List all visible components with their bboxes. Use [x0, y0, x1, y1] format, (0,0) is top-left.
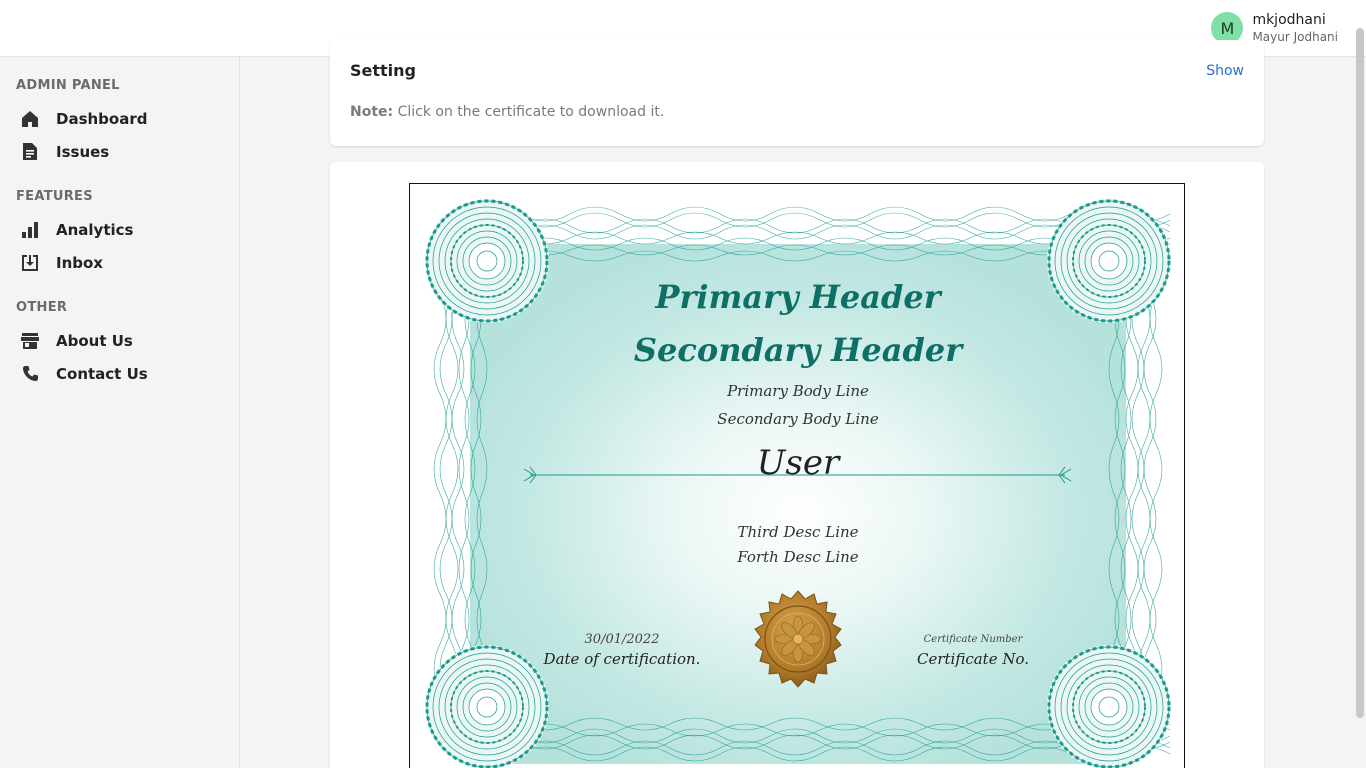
show-link[interactable]: Show: [1206, 63, 1244, 79]
sidebar-item-label: Inbox: [56, 253, 103, 272]
sidebar-item-label: Analytics: [56, 220, 134, 239]
corner-rosette-top-left: [425, 199, 549, 323]
sidebar-item-label: Issues: [56, 142, 110, 161]
cert-forth-desc-line: Forth Desc Line: [736, 548, 858, 566]
cert-user-name: User: [757, 443, 841, 483]
certificate-image[interactable]: Primary Header Secondary Header Primary …: [409, 183, 1185, 768]
cert-primary-body-line: Primary Body Line: [726, 382, 869, 400]
sidebar-item-inbox[interactable]: Inbox: [0, 246, 239, 279]
sidebar-item-analytics[interactable]: Analytics: [0, 213, 239, 246]
sidebar-item-issues[interactable]: Issues: [0, 135, 239, 168]
section-title-admin-panel: ADMIN PANEL: [16, 78, 120, 93]
section-title-features: FEATURES: [16, 189, 93, 204]
sidebar-item-label: About Us: [56, 331, 133, 350]
sidebar-item-contact-us[interactable]: Contact Us: [0, 357, 239, 390]
note-label: Note:: [350, 104, 394, 120]
user-info: mkjodhani Mayur Jodhani: [1252, 11, 1338, 45]
username: mkjodhani: [1252, 12, 1326, 28]
cert-number-label: Certificate No.: [917, 650, 1029, 668]
user-full-name: Mayur Jodhani: [1252, 30, 1338, 44]
sidebar-item-label: Contact Us: [56, 364, 148, 383]
certificate-card: Primary Header Secondary Header Primary …: [330, 162, 1264, 768]
cert-date-value: 30/01/2022: [585, 632, 660, 647]
sidebar-item-dashboard[interactable]: Dashboard: [0, 102, 239, 135]
corner-rosette-bottom-right: [1047, 645, 1171, 768]
page-scrollbar[interactable]: [1356, 28, 1364, 718]
store-icon: [20, 331, 40, 351]
section-title-other: OTHER: [16, 300, 68, 315]
document-icon: [20, 142, 40, 162]
bar-chart-icon: [20, 220, 40, 240]
cert-number-value: Certificate Number: [924, 634, 1024, 645]
cert-secondary-body-line: Secondary Body Line: [717, 410, 879, 428]
inbox-download-icon: [20, 253, 40, 273]
setting-card: Setting Show Note: Click on the certific…: [330, 40, 1264, 146]
note-message: Click on the certificate to download it.: [393, 104, 665, 120]
corner-rosette-bottom-left: [425, 645, 549, 768]
sidebar-item-about-us[interactable]: About Us: [0, 324, 239, 357]
phone-icon: [20, 364, 40, 384]
cert-primary-header: Primary Header: [654, 278, 942, 316]
cert-date-label: Date of certification.: [543, 650, 701, 668]
note-text: Note: Click on the certificate to downlo…: [350, 104, 664, 120]
setting-title: Setting: [350, 61, 416, 80]
home-icon: [20, 109, 40, 129]
cert-third-desc-line: Third Desc Line: [737, 523, 858, 541]
cert-secondary-header: Secondary Header: [634, 331, 964, 369]
corner-rosette-top-right: [1047, 199, 1171, 323]
sidebar-item-label: Dashboard: [56, 109, 148, 128]
sidebar: ADMIN PANEL Dashboard Issues FEATURES An…: [0, 57, 240, 768]
